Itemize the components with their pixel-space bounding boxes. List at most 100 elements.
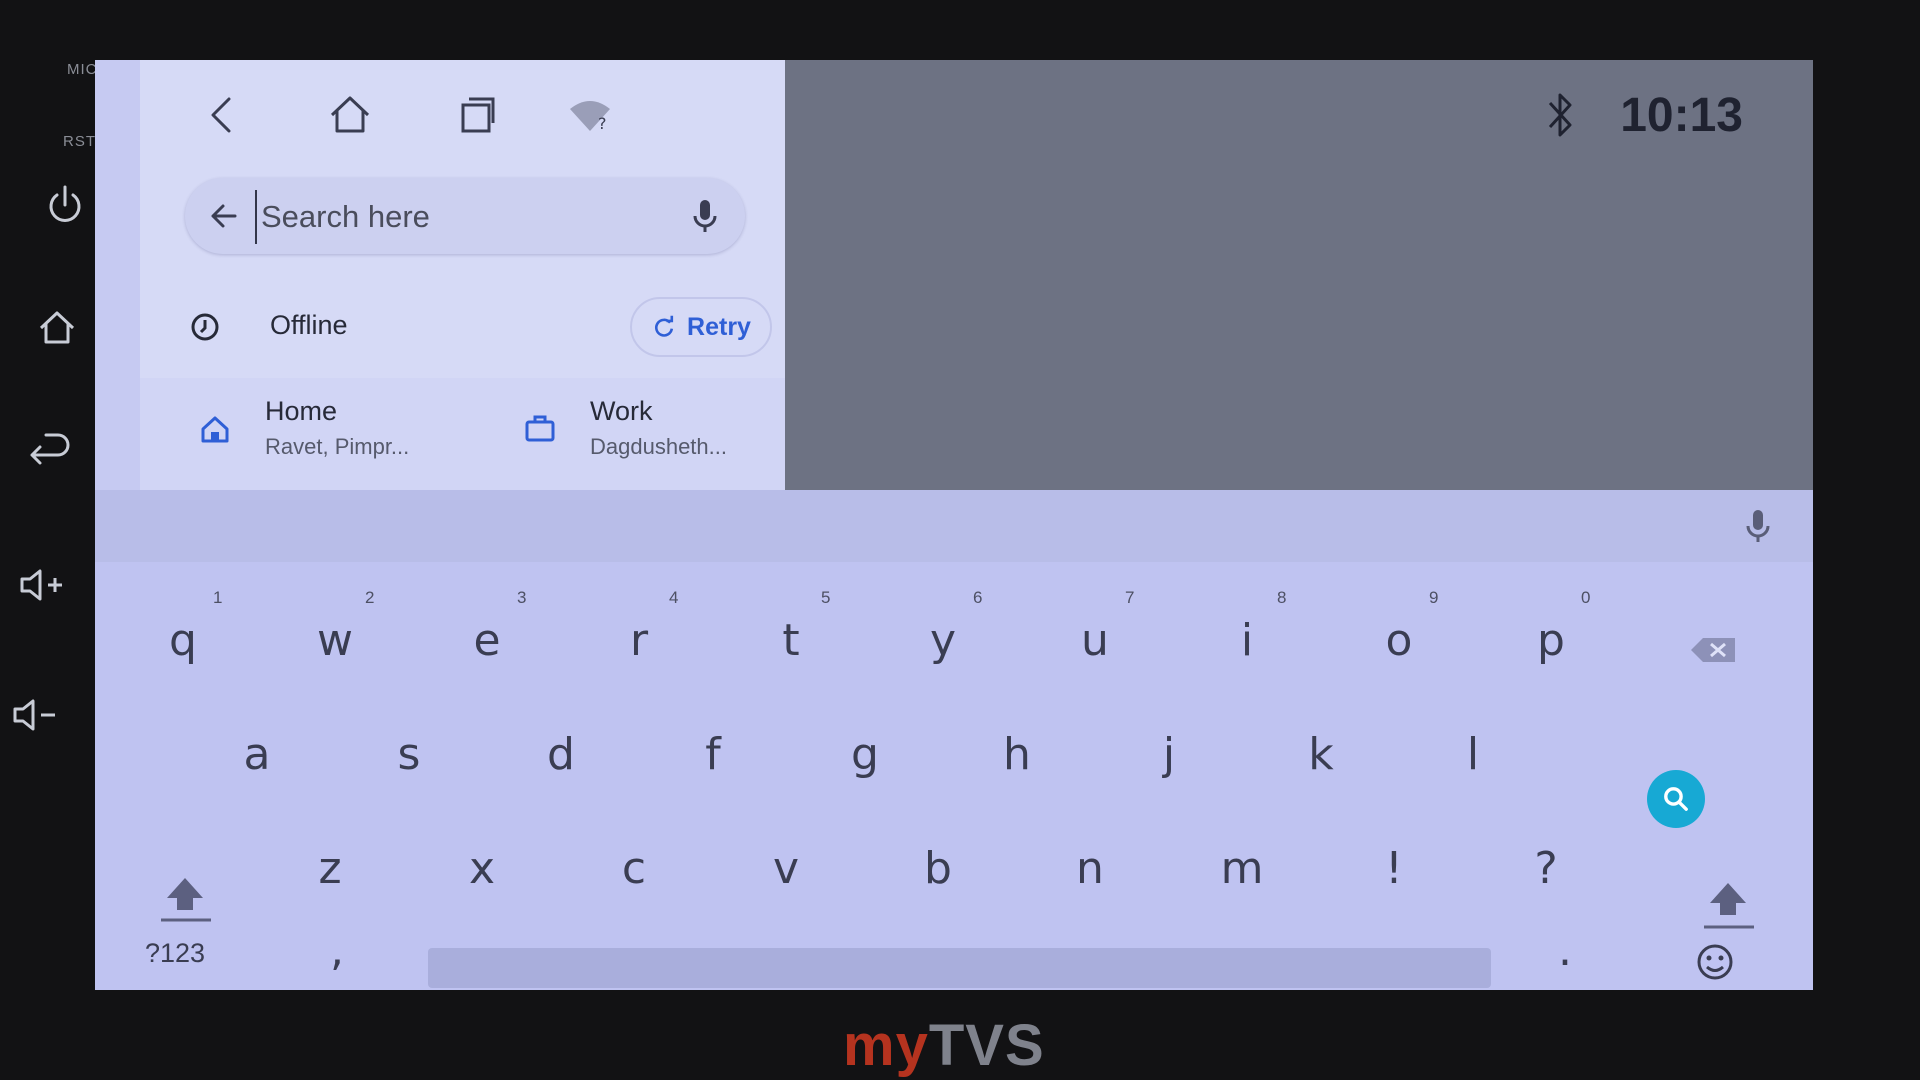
keyboard-voice-button[interactable] bbox=[1733, 500, 1783, 550]
shift-key-left[interactable] bbox=[145, 860, 225, 940]
bezel-home-button[interactable] bbox=[27, 298, 87, 358]
back-icon bbox=[211, 97, 231, 133]
key-row2-3[interactable]: f bbox=[658, 714, 768, 794]
key-hint-1: 2 bbox=[365, 588, 375, 607]
key-row3-7[interactable]: ! bbox=[1339, 828, 1449, 908]
key-hint-4: 5 bbox=[821, 588, 831, 607]
comma-key[interactable]: , bbox=[282, 910, 392, 990]
emoji-key[interactable] bbox=[1675, 922, 1755, 990]
key-row2-6[interactable]: j bbox=[1114, 714, 1224, 794]
shortcut-work[interactable]: Work Dagdusheth... bbox=[495, 378, 785, 490]
volume-up-icon bbox=[20, 569, 62, 601]
bezel-power-button[interactable] bbox=[35, 175, 95, 235]
wifi-status: ? bbox=[560, 85, 620, 145]
wifi-unknown-icon: ? bbox=[570, 101, 610, 133]
nav-home-button[interactable] bbox=[320, 85, 380, 145]
key-row1-5[interactable]: y bbox=[888, 600, 998, 680]
nav-back-button[interactable] bbox=[193, 85, 253, 145]
key-row1-2[interactable]: e bbox=[432, 600, 542, 680]
bezel-back-button[interactable] bbox=[20, 425, 80, 485]
key-row2-1[interactable]: s bbox=[354, 714, 464, 794]
key-hint-6: 7 bbox=[1125, 588, 1135, 607]
key-row3-1[interactable]: x bbox=[427, 828, 537, 908]
rst-label: RST bbox=[63, 133, 96, 150]
microphone-icon bbox=[693, 200, 717, 232]
key-hint-0: 1 bbox=[213, 588, 223, 607]
briefcase-icon bbox=[515, 404, 565, 454]
space-key[interactable] bbox=[428, 948, 1491, 988]
retry-label: Retry bbox=[687, 312, 751, 341]
key-row2-7[interactable]: k bbox=[1266, 714, 1376, 794]
microphone-icon bbox=[1746, 510, 1770, 542]
key-hint-3: 4 bbox=[669, 588, 679, 607]
key-row1-6[interactable]: u bbox=[1040, 600, 1150, 680]
clock: 10:13 bbox=[1620, 88, 1743, 142]
key-row1-4[interactable]: t bbox=[736, 600, 846, 680]
key-row3-8[interactable]: ? bbox=[1491, 828, 1601, 908]
volume-down-icon bbox=[13, 699, 55, 731]
arrow-left-icon bbox=[211, 204, 237, 228]
key-hint-9: 0 bbox=[1581, 588, 1591, 607]
svg-text:?: ? bbox=[598, 114, 607, 133]
maps-search-panel: ? Offline Retry bbox=[140, 60, 785, 490]
key-row2-4[interactable]: g bbox=[810, 714, 920, 794]
back-icon bbox=[30, 433, 70, 465]
key-row1-7[interactable]: i bbox=[1192, 600, 1302, 680]
suggestion-strip bbox=[95, 490, 1813, 562]
search-input[interactable] bbox=[255, 190, 663, 244]
key-row3-0[interactable]: z bbox=[275, 828, 385, 908]
bluetooth-icon bbox=[1549, 93, 1572, 137]
key-row1-1[interactable]: w bbox=[280, 600, 390, 680]
key-hint-8: 9 bbox=[1429, 588, 1439, 607]
emoji-icon bbox=[1697, 944, 1733, 980]
key-hint-7: 8 bbox=[1277, 588, 1287, 607]
nav-recents-button[interactable] bbox=[447, 85, 507, 145]
key-row1-0[interactable]: q bbox=[128, 600, 238, 680]
offline-icon bbox=[180, 302, 230, 352]
key-row3-6[interactable]: m bbox=[1187, 828, 1297, 908]
bezel-volume-up-button[interactable] bbox=[12, 555, 72, 615]
shortcut-work-address: Dagdusheth... bbox=[590, 434, 727, 459]
bezel-volume-down-button[interactable] bbox=[5, 685, 65, 745]
key-row3-4[interactable]: b bbox=[883, 828, 993, 908]
key-row1-3[interactable]: r bbox=[584, 600, 694, 680]
shortcut-home[interactable]: Home Ravet, Pimpr... bbox=[170, 378, 460, 490]
head-unit-screen: ? Offline Retry bbox=[95, 60, 1813, 990]
key-row1-9[interactable]: p bbox=[1496, 600, 1606, 680]
symbols-key[interactable]: ?123 bbox=[145, 938, 205, 969]
logo-my: my bbox=[843, 1013, 929, 1078]
key-row2-2[interactable]: d bbox=[506, 714, 616, 794]
offline-status-row: Offline Retry bbox=[140, 292, 785, 362]
saved-places: Home Ravet, Pimpr... Work Dagdusheth... bbox=[140, 378, 785, 490]
key-row3-5[interactable]: n bbox=[1035, 828, 1145, 908]
brand-logo: myTVS bbox=[843, 1012, 1045, 1079]
key-row2-0[interactable]: a bbox=[202, 714, 312, 794]
key-hint-5: 6 bbox=[973, 588, 983, 607]
refresh-icon bbox=[655, 315, 674, 337]
period-key[interactable]: . bbox=[1510, 910, 1620, 990]
backspace-icon bbox=[1691, 638, 1735, 662]
offline-label: Offline bbox=[270, 310, 348, 340]
on-screen-keyboard: q1 w2 e3 r4 t5 y6 u7 i8 o9 p0 asdfghjkl z x c v b n m!?… bbox=[95, 490, 1813, 990]
keyboard-search-key[interactable] bbox=[1647, 770, 1705, 828]
search-bar[interactable] bbox=[185, 178, 745, 254]
key-row2-5[interactable]: h bbox=[962, 714, 1072, 794]
key-row3-2[interactable]: c bbox=[579, 828, 689, 908]
search-icon bbox=[1664, 787, 1688, 811]
status-bar: 10:13 bbox=[1540, 80, 1743, 150]
key-row3-3[interactable]: v bbox=[731, 828, 841, 908]
mic-label: MIC bbox=[67, 61, 98, 78]
key-hint-2: 3 bbox=[517, 588, 527, 607]
shortcut-work-name: Work bbox=[590, 396, 653, 426]
search-back-button[interactable] bbox=[195, 186, 255, 246]
system-nav-bar: ? bbox=[140, 80, 785, 150]
key-row1-8[interactable]: o bbox=[1344, 600, 1454, 680]
retry-button[interactable]: Retry bbox=[630, 297, 772, 357]
recents-icon bbox=[461, 97, 495, 133]
voice-search-button[interactable] bbox=[675, 186, 735, 246]
shift-icon bbox=[161, 878, 211, 922]
power-icon bbox=[49, 185, 81, 222]
shortcut-home-name: Home bbox=[265, 396, 338, 426]
backspace-key[interactable] bbox=[1675, 610, 1755, 690]
key-row2-8[interactable]: l bbox=[1418, 714, 1528, 794]
